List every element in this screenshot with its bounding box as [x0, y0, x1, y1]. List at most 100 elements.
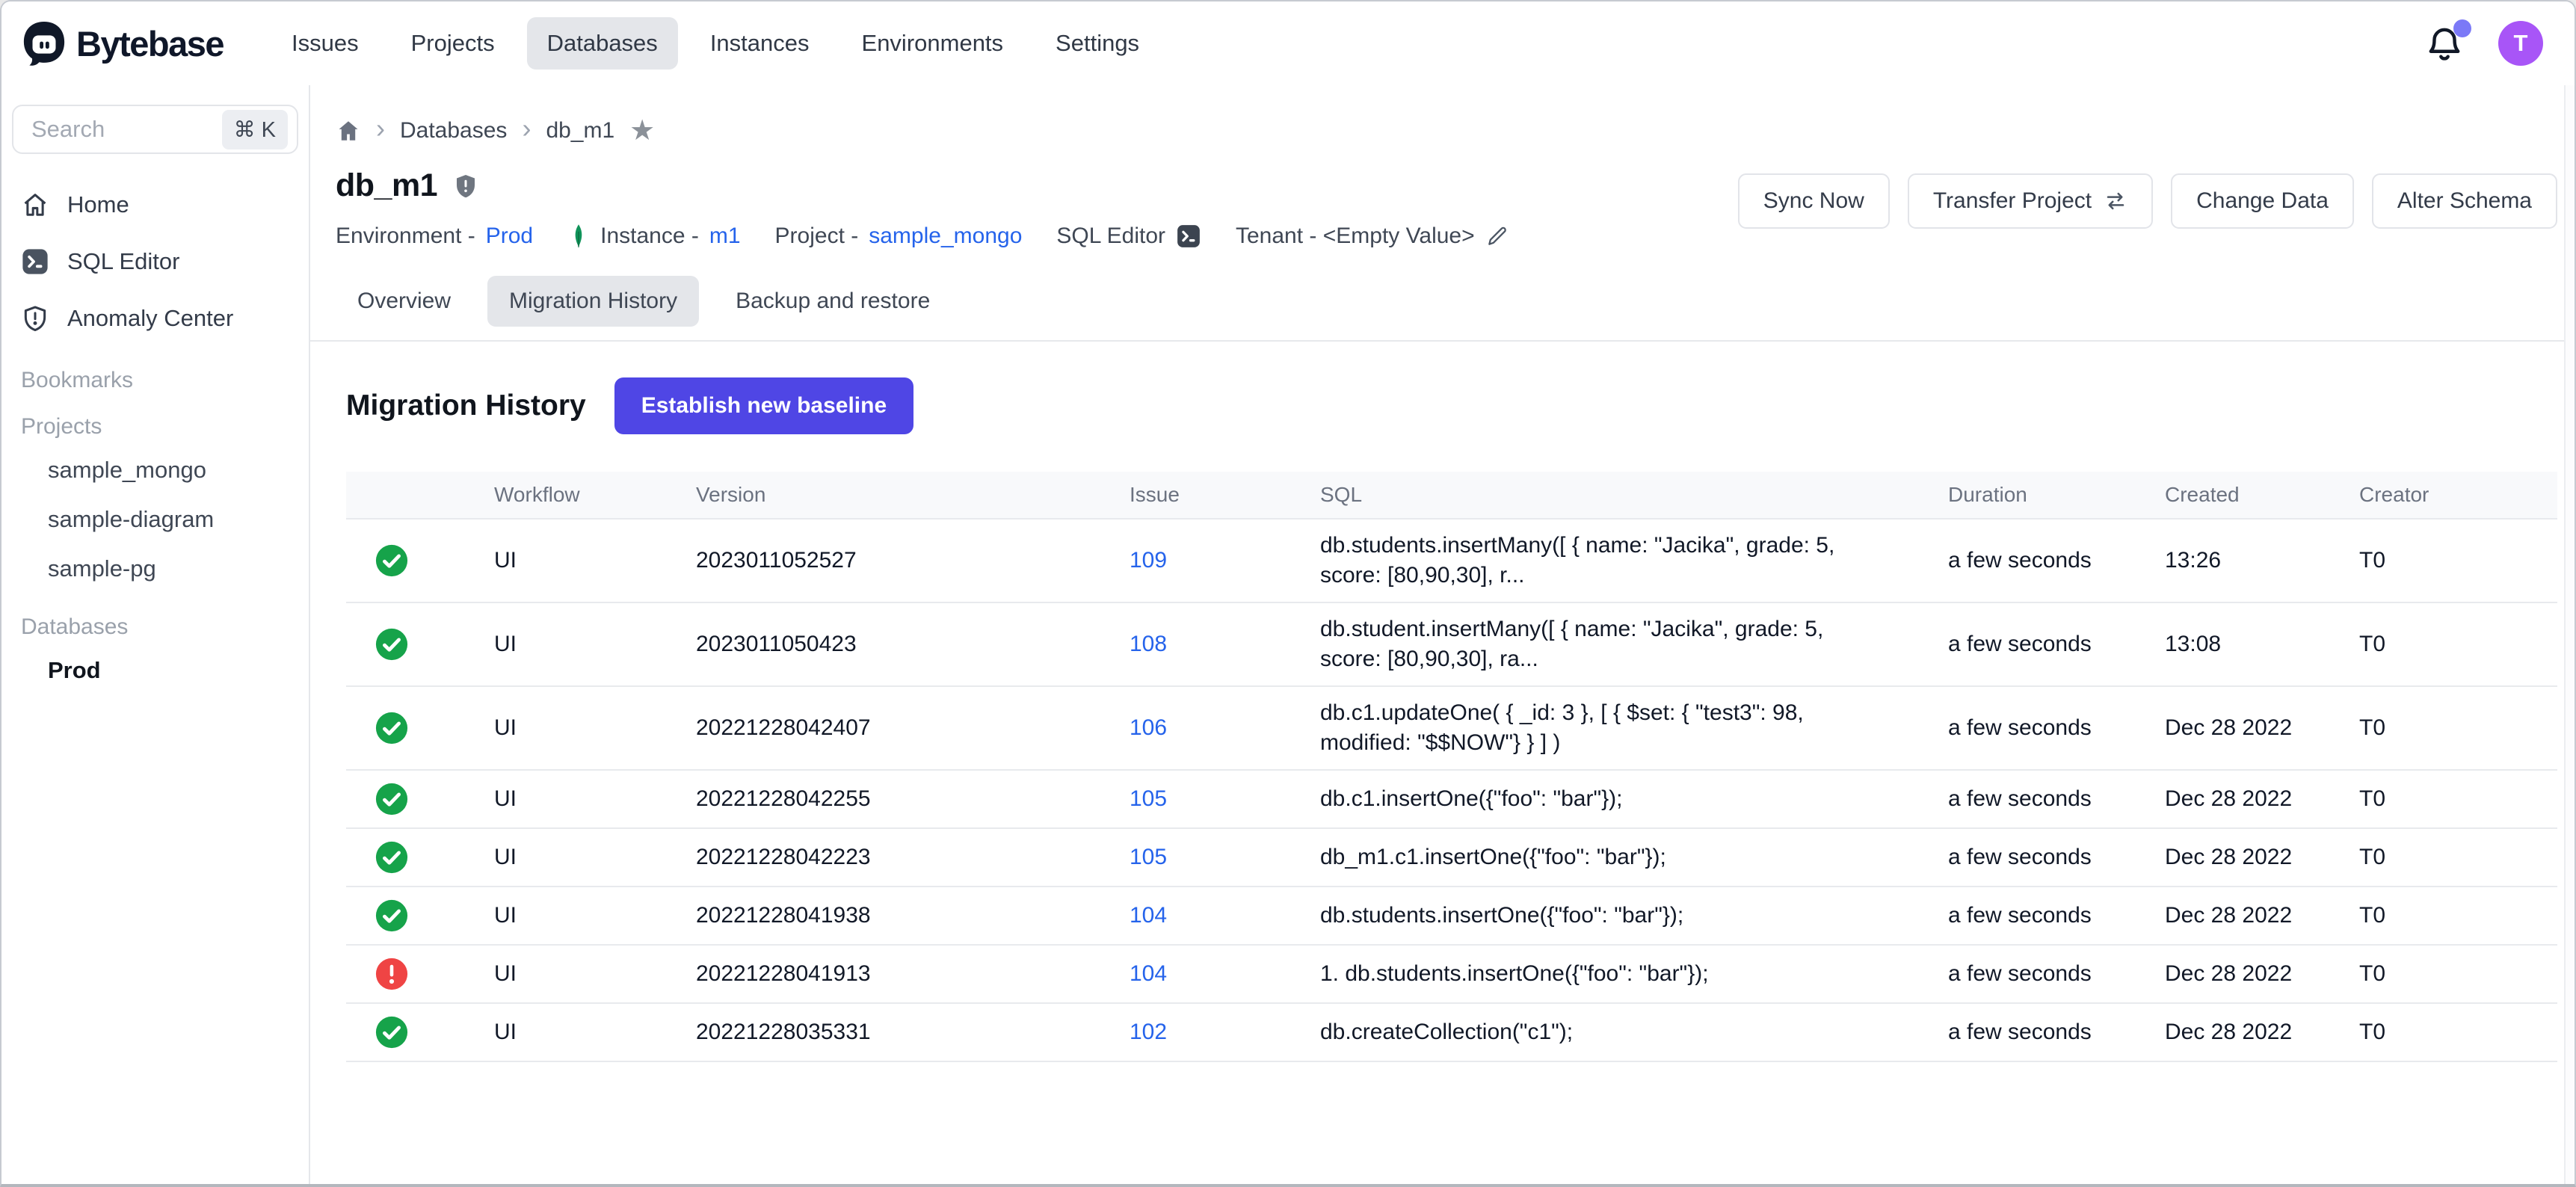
cell-sql: db.c1.insertOne({"foo": "bar"});	[1320, 784, 1948, 814]
tenant-label: Tenant - <Empty Value>	[1236, 223, 1475, 249]
success-icon	[346, 627, 494, 662]
project-label: Project -	[775, 223, 859, 249]
nav-item-environments[interactable]: Environments	[842, 17, 1024, 70]
chevron-right-icon: ›	[376, 115, 385, 147]
issue-link[interactable]: 108	[1130, 632, 1320, 657]
cell-workflow: UI	[494, 548, 696, 573]
breadcrumb-db-m1[interactable]: db_m1	[546, 118, 614, 144]
cell-created: Dec 28 2022	[2165, 961, 2359, 987]
cell-created: Dec 28 2022	[2165, 903, 2359, 928]
cell-duration: a few seconds	[1948, 845, 2165, 870]
sidebar-item-home[interactable]: Home	[12, 176, 298, 233]
cell-duration: a few seconds	[1948, 903, 2165, 928]
sidebar-section-databases: Databases	[21, 614, 298, 640]
sql-editor-label: SQL Editor	[1056, 223, 1165, 249]
table-row[interactable]: UI20221228035331102db.createCollection("…	[346, 1002, 2557, 1062]
nav-item-instances[interactable]: Instances	[690, 17, 830, 70]
col-issue: Issue	[1130, 483, 1320, 507]
cell-version: 20221228041913	[696, 961, 1130, 987]
issue-link[interactable]: 105	[1130, 786, 1320, 812]
table-row[interactable]: UI2023011050423108db.student.insertMany(…	[346, 602, 2557, 685]
brand-name: Bytebase	[76, 23, 224, 64]
nav-item-issues[interactable]: Issues	[271, 17, 379, 70]
issue-link[interactable]: 109	[1130, 548, 1320, 573]
establish-baseline-button[interactable]: Establish new baseline	[614, 377, 913, 434]
sidebar-item-anomaly-center[interactable]: Anomaly Center	[12, 290, 298, 347]
environment-link[interactable]: Prod	[486, 223, 533, 249]
table-row[interactable]: UI20221228042407106db.c1.updateOne( { _i…	[346, 685, 2557, 769]
cell-creator: T0	[2359, 715, 2557, 741]
cell-sql: db.student.insertMany([ { name: "Jacika"…	[1320, 614, 1948, 674]
sidebar-item-sql-editor[interactable]: SQL Editor	[12, 233, 298, 290]
terminal-icon	[21, 247, 49, 276]
bytebase-logo[interactable]: Bytebase	[21, 20, 224, 67]
notification-badge	[2453, 19, 2471, 37]
issue-link[interactable]: 102	[1130, 1020, 1320, 1045]
cell-sql: 1. db.students.insertOne({"foo": "bar"})…	[1320, 959, 1948, 989]
tab-backup-and-restore[interactable]: Backup and restore	[714, 276, 952, 327]
breadcrumb-databases[interactable]: Databases	[400, 118, 507, 144]
sidebar-section-projects: Projects	[21, 414, 298, 440]
col-sql: SQL	[1320, 483, 1948, 507]
sync-now-button[interactable]: Sync Now	[1738, 173, 1890, 229]
search-box[interactable]: ⌘ K	[12, 105, 298, 154]
nav-item-settings[interactable]: Settings	[1035, 17, 1159, 70]
table-row[interactable]: UI20221228041938104db.students.insertOne…	[346, 886, 2557, 944]
transfer-arrows-icon	[2104, 189, 2127, 213]
cell-workflow: UI	[494, 632, 696, 657]
chevron-right-icon: ›	[522, 115, 531, 147]
tab-migration-history[interactable]: Migration History	[487, 276, 699, 327]
search-input[interactable]	[30, 115, 202, 144]
issue-link[interactable]: 104	[1130, 961, 1320, 987]
scrollbar-track[interactable]	[2564, 85, 2575, 1184]
sidebar-item-label: SQL Editor	[67, 248, 179, 275]
migration-history-heading: Migration History	[346, 389, 586, 422]
home-icon[interactable]	[336, 118, 361, 144]
nav-item-projects[interactable]: Projects	[391, 17, 515, 70]
sidebar: ⌘ K Home	[1, 85, 310, 1186]
cell-workflow: UI	[494, 845, 696, 870]
page-title: db_m1	[336, 167, 437, 204]
cell-sql: db.students.insertOne({"foo": "bar"});	[1320, 901, 1948, 931]
nav-item-databases[interactable]: Databases	[527, 17, 678, 70]
transfer-project-button[interactable]: Transfer Project	[1908, 173, 2153, 229]
alter-schema-button[interactable]: Alter Schema	[2372, 173, 2557, 229]
error-icon	[346, 957, 494, 991]
table-row[interactable]: UI20221228042255105db.c1.insertOne({"foo…	[346, 769, 2557, 827]
sidebar-item-sample-mongo[interactable]: sample_mongo	[12, 445, 298, 495]
success-icon	[346, 898, 494, 933]
shield-icon	[452, 173, 479, 200]
table-row[interactable]: UI2023011052527109db.students.insertMany…	[346, 518, 2557, 602]
user-avatar[interactable]: T	[2498, 21, 2543, 66]
success-icon	[346, 782, 494, 816]
bookmark-star-icon[interactable]: ★	[629, 117, 655, 145]
shield-alert-icon	[21, 304, 49, 333]
col-workflow: Workflow	[494, 483, 696, 507]
table-header: Workflow Version Issue SQL Duration Crea…	[346, 472, 2557, 518]
project-link[interactable]: sample_mongo	[869, 223, 1022, 249]
sidebar-item-prod[interactable]: Prod	[12, 646, 298, 695]
table-row[interactable]: UI202212280419131041. db.students.insert…	[346, 944, 2557, 1002]
search-shortcut-badge: ⌘ K	[222, 110, 288, 149]
issue-link[interactable]: 106	[1130, 715, 1320, 741]
table-row[interactable]: UI20221228042223105db_m1.c1.insertOne({"…	[346, 827, 2557, 886]
issue-link[interactable]: 105	[1130, 845, 1320, 870]
action-buttons: Sync Now Transfer Project Change Data Al…	[1738, 173, 2557, 229]
sidebar-item-sample-pg[interactable]: sample-pg	[12, 544, 298, 594]
sidebar-item-sample-diagram[interactable]: sample-diagram	[12, 495, 298, 544]
cell-created: 13:08	[2165, 632, 2359, 657]
top-navbar: Bytebase Issues Projects Databases Insta…	[1, 1, 2575, 85]
tab-overview[interactable]: Overview	[336, 276, 472, 327]
col-duration: Duration	[1948, 483, 2165, 507]
cell-version: 2023011050423	[696, 632, 1130, 657]
issue-link[interactable]: 104	[1130, 903, 1320, 928]
cell-version: 20221228042407	[696, 715, 1130, 741]
edit-pencil-icon[interactable]	[1485, 224, 1509, 248]
sql-editor-terminal-icon[interactable]	[1176, 223, 1201, 249]
bytebase-logo-icon	[21, 20, 67, 67]
notification-bell-icon[interactable]	[2424, 22, 2465, 64]
cell-workflow: UI	[494, 715, 696, 741]
change-data-button[interactable]: Change Data	[2171, 173, 2354, 229]
instance-link[interactable]: m1	[709, 223, 741, 249]
cell-version: 20221228041938	[696, 903, 1130, 928]
